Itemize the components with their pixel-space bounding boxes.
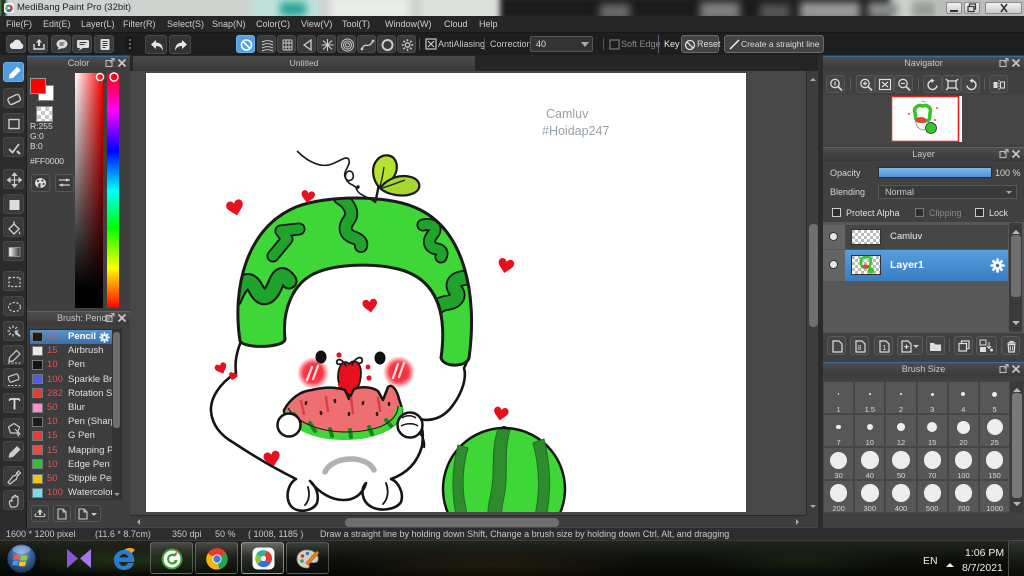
svg-text:8: 8 [857,345,861,352]
svg-text:#Hoidap247: #Hoidap247 [542,124,609,138]
svg-text:Camluv: Camluv [546,107,589,121]
svg-text:1: 1 [882,345,886,352]
